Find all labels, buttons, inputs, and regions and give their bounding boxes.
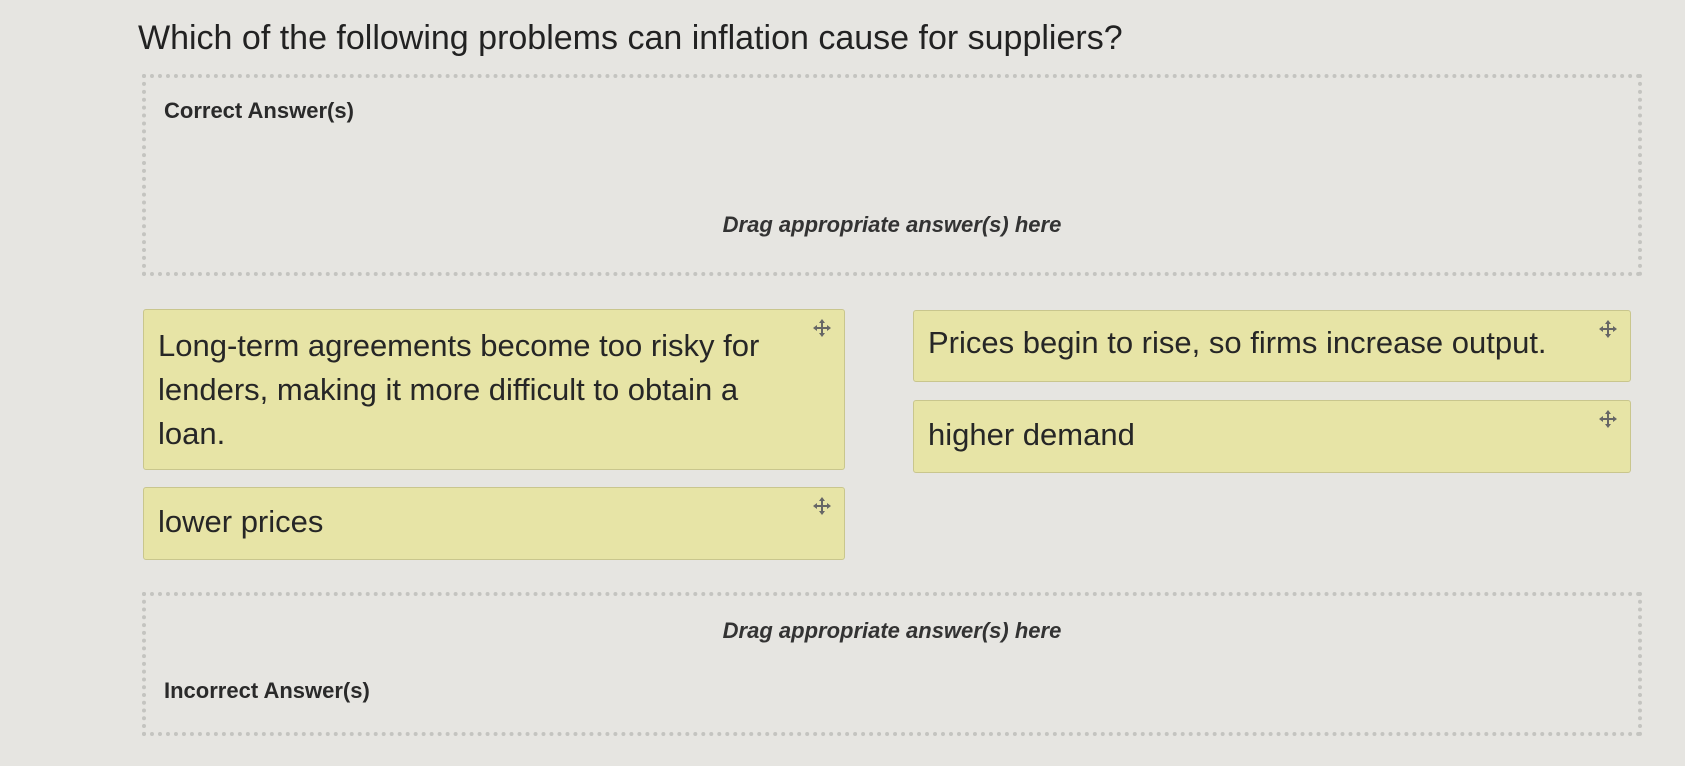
incorrect-answers-title: Incorrect Answer(s) xyxy=(164,678,370,703)
correct-answers-title: Correct Answer(s) xyxy=(164,98,354,123)
incorrect-answers-dropzone[interactable]: Drag appropriate answer(s) here Incorrec… xyxy=(142,592,1642,736)
answer-card-prices-rise[interactable]: Prices begin to rise, so firms increase … xyxy=(913,310,1631,382)
answer-card-higher-demand[interactable]: higher demand xyxy=(913,400,1631,473)
answer-card-text: Long-term agreements become too risky fo… xyxy=(158,328,760,451)
answer-card-text: lower prices xyxy=(158,504,324,539)
move-icon[interactable] xyxy=(1598,409,1618,429)
correct-answers-dropzone[interactable]: Correct Answer(s) Drag appropriate answe… xyxy=(142,74,1642,276)
question-text: Which of the following problems can infl… xyxy=(138,19,1123,57)
correct-dropzone-hint: Drag appropriate answer(s) here xyxy=(722,212,1062,237)
incorrect-dropzone-hint: Drag appropriate answer(s) here xyxy=(722,618,1062,643)
move-icon[interactable] xyxy=(812,496,832,516)
move-icon[interactable] xyxy=(812,318,832,338)
answer-card-text: Prices begin to rise, so firms increase … xyxy=(928,325,1547,360)
answer-card-lower-prices[interactable]: lower prices xyxy=(143,487,845,560)
move-icon[interactable] xyxy=(1598,319,1618,339)
answer-card-loans[interactable]: Long-term agreements become too risky fo… xyxy=(143,309,845,470)
answer-card-text: higher demand xyxy=(928,417,1135,452)
